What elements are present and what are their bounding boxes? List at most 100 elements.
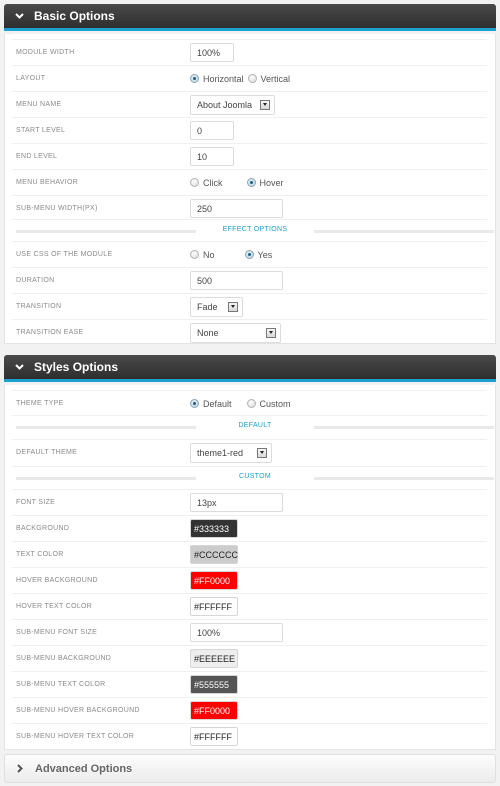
basic-options-title: Basic Options <box>34 9 115 23</box>
start-level-input[interactable]: 0 <box>190 121 234 140</box>
layout-radio-horizontal[interactable]: Horizontal <box>190 74 244 84</box>
theme-type-radio-custom[interactable]: Custom <box>246 398 291 409</box>
chevron-down-icon <box>13 13 25 19</box>
row-end-level: End Level 10 <box>12 143 487 169</box>
row-layout: Layout Horizontal Vertical <box>12 65 487 91</box>
radio-label: No <box>203 249 215 260</box>
menu-behavior-label: Menu Behavior <box>16 179 79 186</box>
hover-background-label: Hover Background <box>16 577 98 584</box>
transition-select[interactable]: Fade <box>190 296 243 317</box>
module-width-input[interactable]: 100% <box>190 43 234 62</box>
radio-unchecked-icon <box>247 74 257 83</box>
row-menu-name: Menu Name About Joomla <box>12 91 487 117</box>
theme-type-radio-default[interactable]: Default <box>190 399 232 409</box>
duration-label: Duration <box>16 277 55 284</box>
radio-checked-icon <box>190 74 199 83</box>
submenu-hover-text-color-picker[interactable]: #FFFFFF <box>190 727 238 746</box>
effect-options-divider: Effect Options <box>12 219 494 241</box>
styles-options-body: Theme Type Default Custom Default Defaul… <box>4 385 496 750</box>
divider-line <box>314 477 494 480</box>
row-start-level: Start Level 0 <box>12 117 487 143</box>
submenu-font-size-input[interactable]: 100% <box>190 623 283 642</box>
row-text-color: Text Color #CCCCCC <box>12 541 487 567</box>
background-color-picker[interactable]: #333333 <box>190 519 238 538</box>
custom-heading: Custom <box>238 473 271 480</box>
radio-label: Yes <box>257 249 273 260</box>
select-value: Fade <box>197 301 218 312</box>
start-level-label: Start Level <box>16 127 66 134</box>
submenu-width-label: Sub-Menu Width(PX) <box>16 205 98 212</box>
radio-label: Hover <box>259 177 284 188</box>
basic-options-body: Module Width 100% Layout Horizontal Vert… <box>4 34 496 344</box>
radio-unchecked-icon <box>190 178 199 187</box>
radio-checked-icon <box>190 399 199 408</box>
row-hover-background: Hover Background #FF0000 <box>12 567 487 593</box>
radio-label: Horizontal <box>203 73 244 84</box>
default-theme-select[interactable]: theme1-red <box>190 442 272 463</box>
use-css-radio-no[interactable]: No <box>190 250 215 260</box>
font-size-input[interactable]: 13px <box>190 493 283 512</box>
background-label: Background <box>16 525 70 532</box>
menu-behavior-radio-hover[interactable]: Hover <box>246 177 284 188</box>
submenu-hover-background-color-picker[interactable]: #FF0000 <box>190 701 238 720</box>
radio-unchecked-icon <box>190 250 199 259</box>
row-submenu-text-color: Sub-Menu Text Color #555555 <box>12 671 487 697</box>
menu-behavior-radio-click[interactable]: Click <box>190 178 223 188</box>
advanced-options-title: Advanced Options <box>35 762 133 775</box>
transition-ease-select[interactable]: None <box>190 322 281 343</box>
row-theme-type: Theme Type Default Custom <box>12 390 487 416</box>
dropdown-arrow-icon <box>257 447 267 458</box>
menu-name-select[interactable]: About Joomla <box>190 94 275 115</box>
radio-label: Custom <box>259 398 291 409</box>
radio-label: Vertical <box>260 73 291 84</box>
duration-input[interactable]: 500 <box>190 271 283 290</box>
row-submenu-background: Sub-Menu Background #EEEEEE <box>12 645 487 671</box>
text-color-picker[interactable]: #CCCCCC <box>190 545 238 564</box>
transition-ease-label: Transition Ease <box>16 329 84 336</box>
styles-options-header[interactable]: Styles Options <box>4 355 496 382</box>
effect-options-heading: Effect Options <box>222 226 288 233</box>
submenu-background-color-picker[interactable]: #EEEEEE <box>190 649 238 668</box>
styles-options-title: Styles Options <box>34 360 119 374</box>
submenu-background-label: Sub-Menu Background <box>16 655 112 662</box>
use-css-radio-yes[interactable]: Yes <box>244 249 273 260</box>
dropdown-arrow-icon <box>266 327 276 338</box>
end-level-input[interactable]: 10 <box>190 147 234 166</box>
dropdown-arrow-icon <box>260 99 270 110</box>
row-submenu-hover-text-color: Sub-Menu Hover Text Color #FFFFFF <box>12 723 487 749</box>
use-css-label: Use CSS of the Module <box>16 251 113 258</box>
divider-line <box>16 426 196 429</box>
chevron-down-icon <box>13 364 25 370</box>
row-duration: Duration 500 <box>12 267 487 293</box>
text-color-label: Text Color <box>16 551 64 558</box>
advanced-options-header[interactable]: Advanced Options <box>4 754 496 783</box>
submenu-hover-text-color-label: Sub-Menu Hover Text Color <box>16 733 135 740</box>
row-submenu-font-size: Sub-Menu Font Size 100% <box>12 619 487 645</box>
divider-line <box>16 477 196 480</box>
row-hover-text-color: Hover Text Color #FFFFFF <box>12 593 487 619</box>
submenu-font-size-label: Sub-Menu Font Size <box>16 629 98 636</box>
default-heading: Default <box>238 422 272 429</box>
select-value: About Joomla <box>197 99 253 110</box>
chevron-right-icon <box>14 764 26 773</box>
row-submenu-width: Sub-Menu Width(PX) 250 <box>12 195 487 221</box>
radio-label: Default <box>203 398 232 409</box>
hover-text-color-label: Hover Text Color <box>16 603 93 610</box>
hover-background-color-picker[interactable]: #FF0000 <box>190 571 238 590</box>
menu-name-label: Menu Name <box>16 101 62 108</box>
basic-options-header[interactable]: Basic Options <box>4 4 496 31</box>
layout-radio-vertical[interactable]: Vertical <box>247 73 291 84</box>
dropdown-arrow-icon <box>228 301 238 312</box>
submenu-hover-background-label: Sub-Menu Hover Background <box>16 707 140 714</box>
radio-label: Click <box>203 177 223 188</box>
divider-line <box>314 230 494 233</box>
row-default-theme: Default Theme theme1-red <box>12 439 487 465</box>
submenu-width-input[interactable]: 250 <box>190 199 283 218</box>
row-menu-behavior: Menu Behavior Click Hover <box>12 169 487 195</box>
submenu-text-color-picker[interactable]: #555555 <box>190 675 238 694</box>
row-background: Background #333333 <box>12 515 487 541</box>
row-font-size: Font Size 13px <box>12 489 487 515</box>
divider-line <box>314 426 494 429</box>
row-transition-ease: Transition Ease None <box>12 319 487 345</box>
hover-text-color-picker[interactable]: #FFFFFF <box>190 597 238 616</box>
